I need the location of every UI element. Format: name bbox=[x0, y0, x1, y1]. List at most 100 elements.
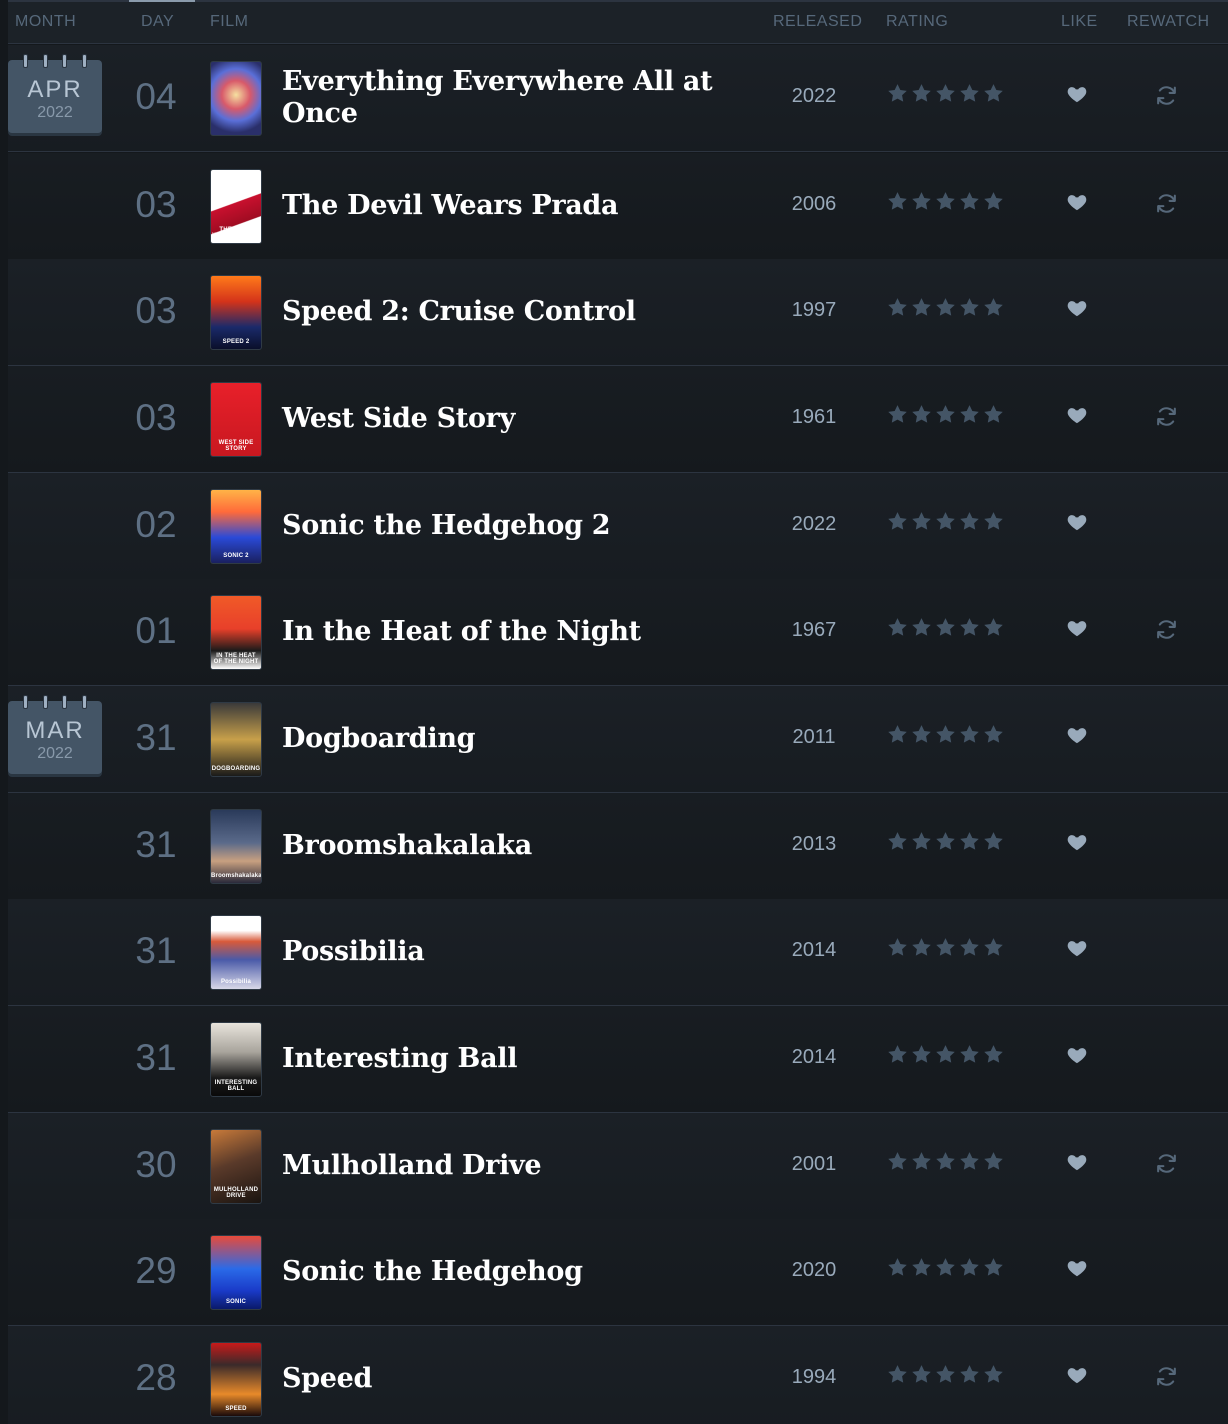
release-year[interactable]: 2014 bbox=[774, 939, 854, 962]
rating-stars bbox=[886, 510, 1005, 536]
film-title[interactable]: Interesting Ball bbox=[282, 1006, 722, 1112]
rewatch-icon bbox=[1157, 194, 1176, 213]
diary-row[interactable]: 01 IN THE HEAT OF THE NIGHT In the Heat of… bbox=[8, 579, 1228, 686]
rewatch-icon bbox=[1157, 620, 1176, 639]
star-icon bbox=[960, 725, 979, 743]
diary-row[interactable]: APR 2022 04 Everything Everywhere All at On… bbox=[8, 45, 1228, 152]
star-icon bbox=[984, 1365, 1003, 1383]
film-title[interactable]: West Side Story bbox=[282, 366, 722, 472]
film-poster[interactable]: SONIC bbox=[210, 1235, 262, 1310]
entry-day[interactable]: 29 bbox=[118, 1250, 194, 1292]
release-year[interactable]: 1997 bbox=[774, 299, 854, 322]
star-icon bbox=[912, 1258, 931, 1276]
film-poster[interactable]: WEST SIDE STORY bbox=[210, 382, 262, 457]
rewatch-icon bbox=[1157, 407, 1176, 426]
star-icon bbox=[912, 192, 931, 210]
diary-row[interactable]: 02 SONIC 2 Sonic the Hedgehog 2 2022 bbox=[8, 473, 1228, 580]
star-icon bbox=[984, 84, 1003, 102]
release-year[interactable]: 1961 bbox=[774, 406, 854, 429]
diary-row[interactable]: 30 MULHOLLAND DRIVE Mulholland Drive 2001 bbox=[8, 1113, 1228, 1220]
release-year[interactable]: 2014 bbox=[774, 1046, 854, 1069]
heart-icon bbox=[1067, 1261, 1087, 1277]
film-poster[interactable] bbox=[210, 61, 262, 136]
entry-day[interactable]: 02 bbox=[118, 504, 194, 546]
film-poster[interactable]: Possibilia bbox=[210, 915, 262, 990]
entry-day[interactable]: 31 bbox=[118, 717, 194, 759]
column-like[interactable]: LIKE bbox=[1061, 13, 1098, 31]
star-icon bbox=[912, 725, 931, 743]
diary-row[interactable]: 28 SPEED Speed 1994 bbox=[8, 1326, 1228, 1424]
film-title[interactable]: Sonic the Hedgehog bbox=[282, 1219, 722, 1325]
film-title[interactable]: Everything Everywhere All at Once bbox=[282, 45, 722, 151]
calendar-month-badge[interactable]: APR 2022 bbox=[8, 54, 102, 133]
entry-day[interactable]: 03 bbox=[118, 290, 194, 332]
film-title[interactable]: In the Heat of the Night bbox=[282, 579, 722, 685]
rating-stars bbox=[886, 723, 1005, 749]
heart-icon bbox=[1067, 301, 1087, 317]
entry-day[interactable]: 30 bbox=[118, 1144, 194, 1186]
entry-day[interactable]: 28 bbox=[118, 1357, 194, 1399]
film-poster[interactable]: INTERESTING BALL bbox=[210, 1022, 262, 1097]
release-year[interactable]: 2022 bbox=[774, 85, 854, 108]
heart-icon bbox=[1067, 835, 1087, 851]
film-poster[interactable]: SONIC 2 bbox=[210, 489, 262, 564]
diary-row[interactable]: MAR 2022 31 DOGBOARDING Dogboarding 2011 bbox=[8, 686, 1228, 793]
diary-row[interactable]: 31 INTERESTING BALL Interesting Ball 2014 bbox=[8, 1006, 1228, 1113]
release-year[interactable]: 2020 bbox=[774, 1259, 854, 1282]
release-year[interactable]: 2013 bbox=[774, 833, 854, 856]
star-icon bbox=[936, 192, 955, 210]
diary-row[interactable]: 31 Possibilia Possibilia 2014 bbox=[8, 899, 1228, 1006]
heart-icon bbox=[1067, 408, 1087, 424]
column-released[interactable]: RELEASED bbox=[773, 13, 862, 31]
star-icon bbox=[888, 725, 907, 743]
entry-day[interactable]: 31 bbox=[118, 824, 194, 866]
entry-day[interactable]: 31 bbox=[118, 1037, 194, 1079]
release-year[interactable]: 2011 bbox=[774, 726, 854, 749]
diary-row[interactable]: 03 WEST SIDE STORY West Side Story 1961 bbox=[8, 366, 1228, 473]
calendar-month-badge[interactable]: MAR 2022 bbox=[8, 695, 102, 774]
film-title[interactable]: Sonic the Hedgehog 2 bbox=[282, 473, 722, 579]
film-poster[interactable]: MULHOLLAND DRIVE bbox=[210, 1129, 262, 1204]
entry-day[interactable]: 04 bbox=[118, 76, 194, 118]
column-rewatch[interactable]: REWATCH bbox=[1127, 13, 1210, 31]
diary-row[interactable]: 31 Broomshakalaka Broomshakalaka 2013 bbox=[8, 793, 1228, 900]
release-year[interactable]: 1994 bbox=[774, 1366, 854, 1389]
star-icon bbox=[960, 84, 979, 102]
column-day[interactable]: DAY bbox=[141, 13, 174, 31]
film-poster[interactable]: SPEED 2 bbox=[210, 275, 262, 350]
film-title[interactable]: The Devil Wears Prada bbox=[282, 153, 722, 259]
star-icon bbox=[888, 618, 907, 636]
release-year[interactable]: 2022 bbox=[774, 513, 854, 536]
film-title[interactable]: Speed 2: Cruise Control bbox=[282, 259, 722, 365]
star-icon bbox=[912, 84, 931, 102]
heart-icon bbox=[1067, 87, 1087, 103]
column-rating[interactable]: RATING bbox=[886, 13, 948, 31]
release-year[interactable]: 1967 bbox=[774, 619, 854, 642]
film-title[interactable]: Possibilia bbox=[282, 899, 722, 1005]
film-poster[interactable]: DOGBOARDING bbox=[210, 702, 262, 777]
film-poster[interactable]: SPEED bbox=[210, 1342, 262, 1417]
diary-row[interactable]: 03 THE DEVIL WEARS PRADA The Devil Wears P… bbox=[8, 153, 1228, 260]
column-month[interactable]: MONTH bbox=[15, 13, 76, 31]
entry-day[interactable]: 03 bbox=[118, 184, 194, 226]
release-year[interactable]: 2001 bbox=[774, 1153, 854, 1176]
star-icon bbox=[960, 618, 979, 636]
star-icon bbox=[912, 1152, 931, 1170]
film-title[interactable]: Mulholland Drive bbox=[282, 1113, 722, 1219]
entry-day[interactable]: 01 bbox=[118, 610, 194, 652]
star-icon bbox=[888, 298, 907, 316]
film-poster[interactable]: Broomshakalaka bbox=[210, 809, 262, 884]
film-title[interactable]: Dogboarding bbox=[282, 686, 722, 792]
film-poster[interactable]: IN THE HEAT OF THE NIGHT bbox=[210, 595, 262, 670]
column-film[interactable]: FILM bbox=[210, 13, 248, 31]
diary-row[interactable]: 29 SONIC Sonic the Hedgehog 2020 bbox=[8, 1219, 1228, 1326]
film-title[interactable]: Broomshakalaka bbox=[282, 793, 722, 899]
entry-day[interactable]: 31 bbox=[118, 930, 194, 972]
star-icon bbox=[936, 618, 955, 636]
film-poster[interactable]: THE DEVIL WEARS PRADA bbox=[210, 169, 262, 244]
entry-day[interactable]: 03 bbox=[118, 397, 194, 439]
film-title[interactable]: Speed bbox=[282, 1326, 722, 1424]
calendar-month: APR bbox=[27, 76, 83, 103]
diary-row[interactable]: 03 SPEED 2 Speed 2: Cruise Control 1997 bbox=[8, 259, 1228, 366]
release-year[interactable]: 2006 bbox=[774, 193, 854, 216]
